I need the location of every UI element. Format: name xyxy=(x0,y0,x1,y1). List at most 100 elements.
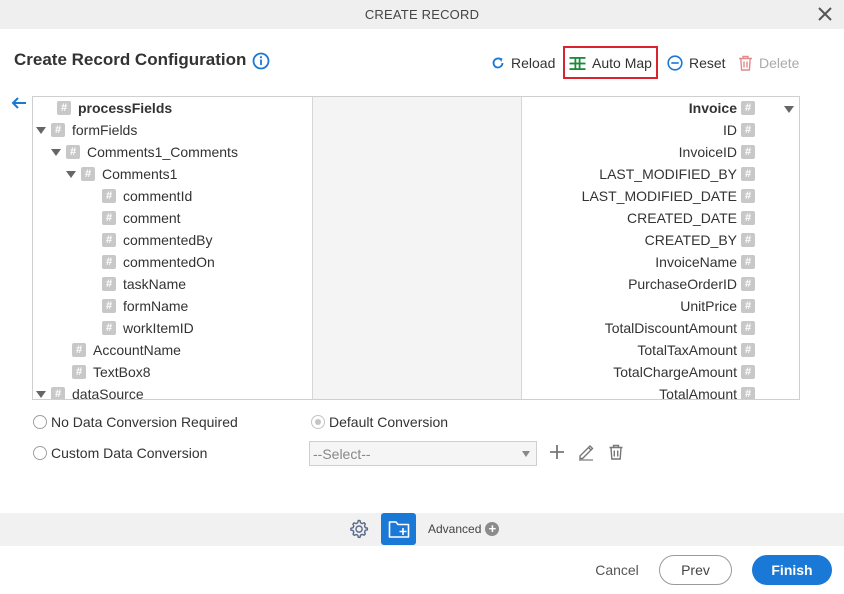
reload-button[interactable]: Reload xyxy=(491,54,555,72)
entity-item-totalamount[interactable]: TotalAmount # xyxy=(659,383,755,399)
trash-icon xyxy=(739,55,752,71)
tree-item-label: formFields xyxy=(72,122,138,138)
plus-circle-icon: + xyxy=(485,522,500,536)
caret-down-icon[interactable] xyxy=(35,124,47,136)
entity-item-label: TotalChargeAmount xyxy=(613,364,737,380)
field-icon: # xyxy=(102,277,116,291)
entity-item-label: CREATED_DATE xyxy=(627,210,737,226)
auto-map-button[interactable]: Auto Map xyxy=(569,54,652,72)
tree-item-commentedon[interactable]: # commentedOn xyxy=(102,251,215,273)
entity-item-invoice[interactable]: Invoice # xyxy=(689,97,755,119)
info-icon[interactable] xyxy=(252,52,270,70)
tree-item-formfields[interactable]: # formFields xyxy=(35,119,137,141)
conversion-select-value: --Select-- xyxy=(313,446,371,462)
field-icon: # xyxy=(741,145,755,159)
gear-icon[interactable] xyxy=(348,518,369,539)
tree-item-commentedby[interactable]: # commentedBy xyxy=(102,229,212,251)
tree-item-label: taskName xyxy=(123,276,187,292)
tree-item-processfields[interactable]: # processFields xyxy=(57,97,172,119)
entity-item-label: PurchaseOrderID xyxy=(628,276,737,292)
radio-button[interactable] xyxy=(33,415,47,429)
entity-item-last-modified-by[interactable]: LAST_MODIFIED_BY # xyxy=(599,163,755,185)
tree-item-textbox8[interactable]: # TextBox8 xyxy=(72,361,151,383)
advanced-label: Advanced xyxy=(428,522,482,536)
tree-item-label: processFields xyxy=(78,100,173,116)
entity-item-label: Invoice xyxy=(688,100,737,116)
entity-item-label: TotalDiscountAmount xyxy=(604,320,737,336)
entity-item-totaltaxamount[interactable]: TotalTaxAmount # xyxy=(637,339,755,361)
chevron-down-icon xyxy=(522,451,530,457)
field-icon: # xyxy=(741,343,755,357)
entity-item-label: LAST_MODIFIED_DATE xyxy=(581,188,737,204)
caret-down-icon[interactable] xyxy=(50,146,62,158)
tree-item-formname[interactable]: # formName xyxy=(102,295,188,317)
tree-item-label: comment xyxy=(123,210,181,226)
entity-item-created-by[interactable]: CREATED_BY # xyxy=(645,229,755,251)
entity-item-totaldiscountamount[interactable]: TotalDiscountAmount # xyxy=(605,317,755,339)
tree-item-taskname[interactable]: # taskName xyxy=(102,273,186,295)
field-icon: # xyxy=(57,101,71,115)
entity-item-label: ID xyxy=(723,122,737,138)
back-arrow-icon[interactable] xyxy=(10,95,28,111)
field-icon: # xyxy=(741,211,755,225)
tree-item-datasource[interactable]: # dataSource xyxy=(35,383,144,400)
default-conversion-option[interactable]: Default Conversion xyxy=(311,414,448,430)
add-icon[interactable] xyxy=(548,443,566,461)
default-conversion-label: Default Conversion xyxy=(329,414,449,430)
no-conversion-label: No Data Conversion Required xyxy=(51,414,238,430)
custom-conversion-option[interactable]: Custom Data Conversion xyxy=(33,445,207,461)
tree-item-accountname[interactable]: # AccountName xyxy=(72,339,181,361)
field-icon: # xyxy=(741,299,755,313)
cancel-button[interactable]: Cancel xyxy=(587,557,647,583)
field-icon: # xyxy=(51,387,65,399)
caret-down-icon[interactable] xyxy=(35,388,47,400)
entity-item-invoiceid[interactable]: InvoiceID # xyxy=(679,141,755,163)
entity-item-label: InvoiceID xyxy=(678,144,737,160)
field-icon: # xyxy=(66,145,80,159)
folder-plus-icon xyxy=(388,521,410,538)
tree-item-workitemid[interactable]: # workItemID xyxy=(102,317,194,339)
tree-item-label: commentedOn xyxy=(123,254,215,270)
caret-down-icon[interactable] xyxy=(783,103,795,115)
entity-item-created-date[interactable]: CREATED_DATE # xyxy=(627,207,755,229)
field-icon: # xyxy=(51,123,65,137)
entity-item-label: TotalTaxAmount xyxy=(637,342,737,358)
entity-item-purchaseorderid[interactable]: PurchaseOrderID # xyxy=(628,273,755,295)
tree-item-label: commentId xyxy=(123,188,193,204)
field-icon: # xyxy=(741,189,755,203)
entity-item-last-modified-date[interactable]: LAST_MODIFIED_DATE # xyxy=(582,185,755,207)
no-conversion-option[interactable]: No Data Conversion Required xyxy=(33,414,238,430)
radio-button[interactable] xyxy=(33,446,47,460)
auto-map-label: Auto Map xyxy=(592,55,652,71)
caret-down-icon[interactable] xyxy=(65,168,77,180)
tree-item-comment[interactable]: # comment xyxy=(102,207,181,229)
tree-item-label: commentedBy xyxy=(123,232,213,248)
prev-button[interactable]: Prev xyxy=(659,555,732,585)
entity-item-label: LAST_MODIFIED_BY xyxy=(599,166,737,182)
tree-item-label: formName xyxy=(123,298,189,314)
entity-item-invoicename[interactable]: InvoiceName # xyxy=(655,251,755,273)
field-icon: # xyxy=(102,255,116,269)
tree-item-commentid[interactable]: # commentId xyxy=(102,185,192,207)
field-icon: # xyxy=(741,387,755,399)
add-folder-button[interactable] xyxy=(381,513,416,545)
radio-button-selected[interactable] xyxy=(311,415,325,429)
tree-item-label: Comments1 xyxy=(102,166,178,182)
field-icon: # xyxy=(741,123,755,137)
tree-item-label: dataSource xyxy=(72,386,144,400)
close-icon[interactable] xyxy=(816,5,834,23)
tree-item-label: Comments1_Comments xyxy=(87,144,238,160)
entity-item-totalchargeamount[interactable]: TotalChargeAmount # xyxy=(613,361,755,383)
reset-button[interactable]: Reset xyxy=(667,54,726,72)
conversion-select[interactable]: --Select-- xyxy=(309,441,537,466)
edit-icon[interactable] xyxy=(577,443,595,461)
delete-icon[interactable] xyxy=(607,443,625,461)
delete-button[interactable]: Delete xyxy=(738,54,799,72)
reload-icon xyxy=(492,57,504,69)
tree-item-comments1-comments[interactable]: # Comments1_Comments xyxy=(50,141,238,163)
advanced-toggle[interactable]: Advanced + xyxy=(428,522,500,536)
entity-item-id[interactable]: ID # xyxy=(723,119,755,141)
entity-item-unitprice[interactable]: UnitPrice # xyxy=(680,295,755,317)
finish-button[interactable]: Finish xyxy=(752,555,832,585)
tree-item-comments1[interactable]: # Comments1 xyxy=(65,163,177,185)
